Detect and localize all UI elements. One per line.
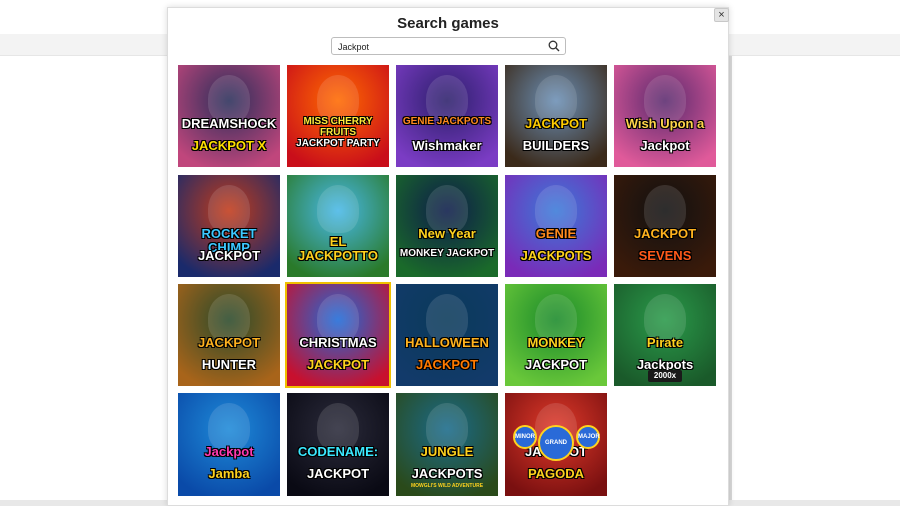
game-tile[interactable]: JACKPOTPAGODAMINORGRANDMAJOR [505,393,607,496]
game-tile[interactable]: JACKPOT HUNTER [178,284,280,386]
game-subtitle: JACKPOT [415,357,479,372]
game-tile[interactable]: DREAMSHOCK JACKPOT X [178,65,280,167]
game-tile[interactable]: JUNGLE JACKPOTS MOWGLI'S WILD ADVENTURE [396,393,498,496]
modal-title: Search games [397,15,499,32]
game-title: GENIE [535,226,577,241]
game-title: HALLOWEEN [405,335,489,350]
game-subtitle: JACKPOT [306,466,370,481]
game-tile[interactable]: HALLOWEEN JACKPOT [396,284,498,386]
game-title: MONKEY [527,335,585,350]
multiplier-badge: 2000x [648,370,682,382]
game-title: CODENAME: [297,444,379,459]
game-artwork-figure [317,185,359,233]
game-title: Jackpot [204,444,254,459]
game-tile[interactable]: Pirate Jackpots 2000x [614,284,716,386]
game-tile[interactable]: JACKPOT BUILDERS [505,65,607,167]
game-tile[interactable]: Jackpot Jamba [178,393,280,496]
game-title: New Year [418,226,476,241]
game-title: EL JACKPOTTO [298,234,378,263]
game-subtitle: JACKPOTS [520,248,592,263]
game-subtitle: JACKPOTS [411,466,483,481]
game-tile[interactable]: GENIE JACKPOTS [505,175,607,277]
close-button[interactable]: × [714,8,729,22]
game-tile[interactable]: MONKEY JACKPOT [505,284,607,386]
game-subtitle: Jamba [208,466,250,481]
game-subtitle: SEVENS [638,248,692,263]
game-subtitle: JACKPOT X [191,138,267,153]
game-subtitle: HUNTER [201,357,257,372]
game-tile[interactable]: MISS CHERRY FRUITS JACKPOT PARTY [287,65,389,167]
game-subtitle: Wishmaker [412,138,482,153]
game-title: Pirate [646,335,684,350]
game-title: CHRISTMAS [299,335,377,350]
search-input[interactable] [338,39,538,54]
game-subtitle: JACKPOT [197,248,261,263]
search-field[interactable] [331,37,566,55]
game-tile[interactable]: GENIE JACKPOTS Wishmaker [396,65,498,167]
game-tile[interactable]: ROCKET CHIMP JACKPOT [178,175,280,277]
game-tagline: MOWGLI'S WILD ADVENTURE [410,483,484,489]
search-games-modal: Search games × DREAMSHOCK JACKPOT X MISS C… [167,7,729,506]
game-title: JACKPOT [197,335,261,350]
game-title: JACKPOT [524,116,588,131]
game-title: DREAMSHOCK [181,116,277,131]
game-tile[interactable]: New Year MONKEY JACKPOT [396,175,498,277]
game-subtitle: MONKEY JACKPOT [399,248,495,259]
game-title: Wish Upon a [625,116,705,131]
search-icon[interactable] [548,40,560,52]
game-title: JACKPOT [633,226,697,241]
game-subtitle: JACKPOT PARTY [296,138,380,149]
game-subtitle: PAGODA [527,466,585,481]
game-tile[interactable]: JACKPOT SEVENS [614,175,716,277]
jackpot-medallion-major: MAJOR [576,425,600,449]
game-subtitle: BUILDERS [522,138,590,153]
game-title: JUNGLE [420,444,474,459]
page-edge [729,56,732,506]
game-tile[interactable]: CODENAME: JACKPOT [287,393,389,496]
game-title: GENIE JACKPOTS [402,116,492,127]
game-subtitle: JACKPOT [524,357,588,372]
jackpot-medallion-grand: GRAND [538,425,574,461]
game-tile[interactable]: CHRISTMAS JACKPOT [285,282,391,388]
game-title: MISS CHERRY FRUITS [303,116,373,138]
game-subtitle: JACKPOT [306,357,370,372]
game-tile[interactable]: Wish Upon a Jackpot [614,65,716,167]
game-subtitle: Jackpot [640,138,690,153]
jackpot-medallion-minor: MINOR [513,425,537,449]
game-tile[interactable]: EL JACKPOTTO [287,175,389,277]
